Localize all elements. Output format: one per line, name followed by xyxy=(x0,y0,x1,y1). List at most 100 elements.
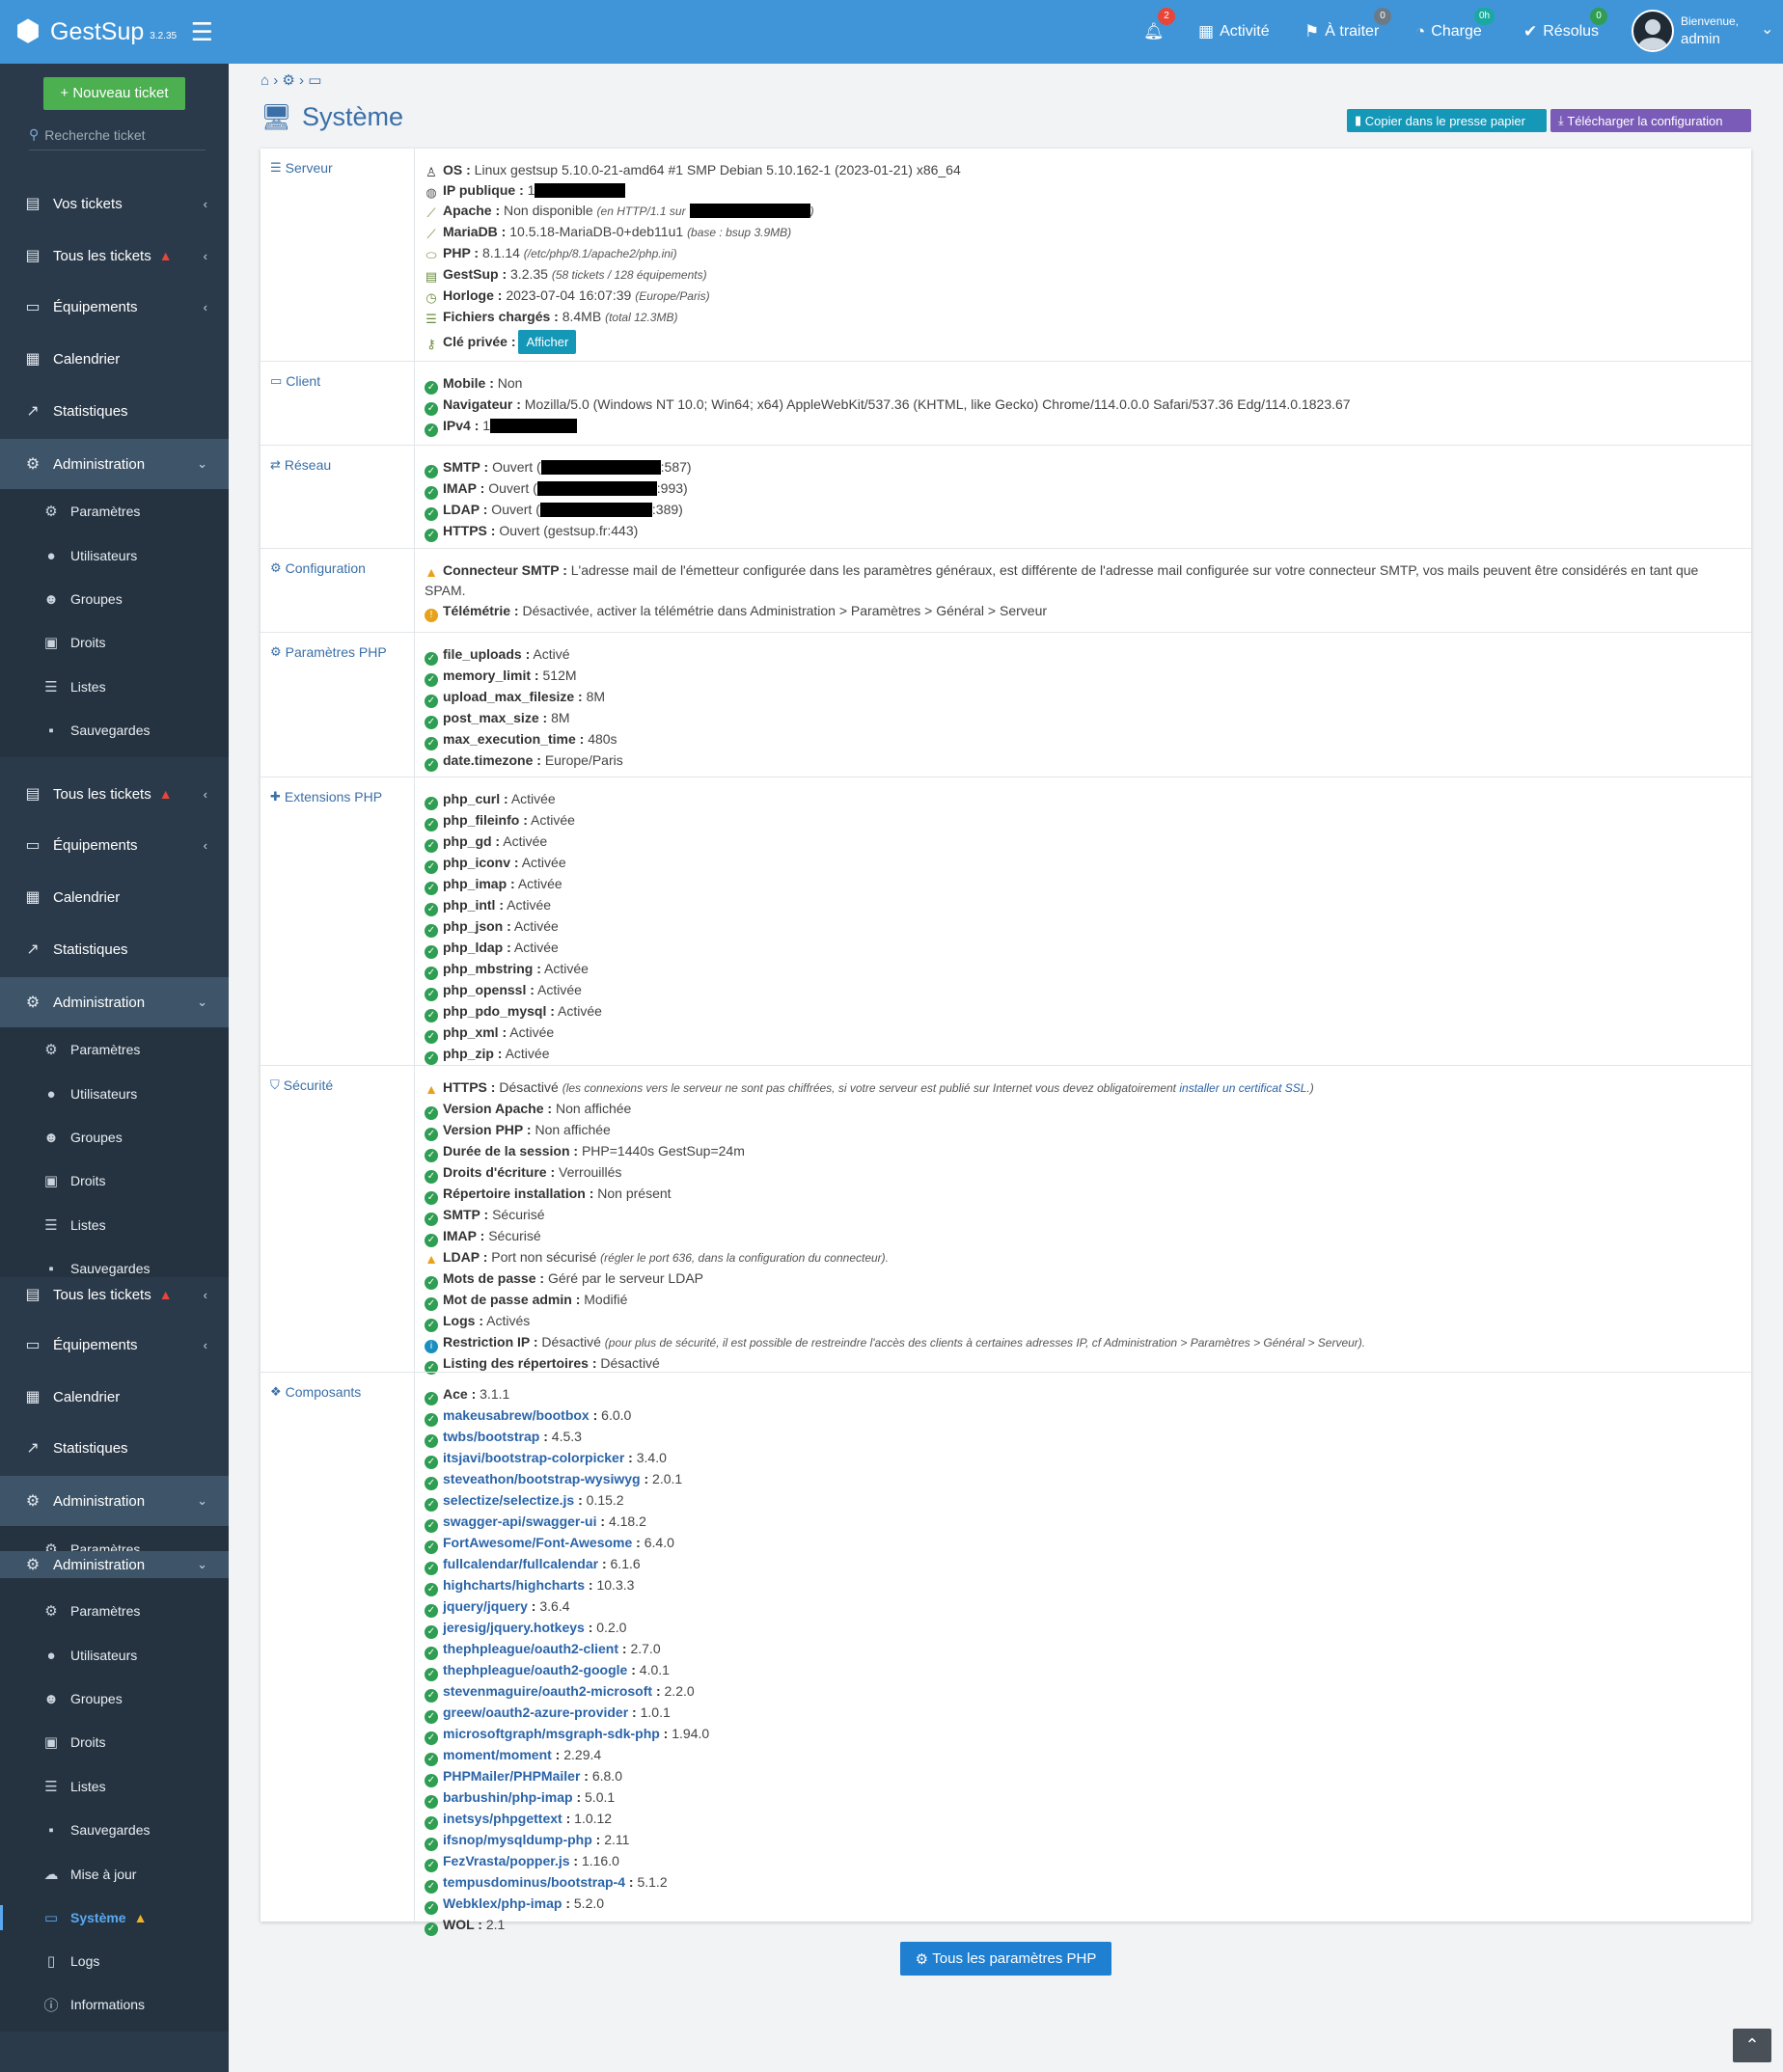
activite-button[interactable]: ▦ Activité xyxy=(1198,0,1270,64)
clipboard-icon: ▮ xyxy=(1355,113,1365,127)
menu-calendrier-3[interactable]: ▦ Calendrier xyxy=(0,1378,229,1415)
check-circle-icon: ✓ xyxy=(425,924,438,938)
menu-equipements[interactable]: ▭ Équipements ‹ xyxy=(0,288,229,325)
check-circle-icon: ✓ xyxy=(425,1838,438,1851)
download-config-button[interactable]: ⤓ Télécharger la configuration xyxy=(1550,109,1751,132)
sub-parametres-2[interactable]: ⚙ Paramètres xyxy=(0,1040,229,1059)
list-item: ✓ itsjavi/bootstrap-colorpicker : 3.4.0 xyxy=(425,1448,1742,1469)
ssl-link[interactable]: installer un certificat SSL xyxy=(1179,1081,1306,1095)
sub-droits-4[interactable]: ▣ Droits xyxy=(0,1732,229,1752)
cogs-icon[interactable]: ⚙ xyxy=(282,72,294,89)
sub-utilisateurs-4[interactable]: ● Utilisateurs xyxy=(0,1646,229,1665)
item-key[interactable]: thephpleague/oauth2-client xyxy=(443,1641,618,1656)
menu-tous-tickets-2[interactable]: ▤ Tous les tickets ▲ ‹ xyxy=(0,776,229,812)
chevron-down-icon[interactable]: ⌄ xyxy=(1761,19,1773,39)
sub-listes[interactable]: ☰ Listes xyxy=(0,677,229,696)
item-key[interactable]: twbs/bootstrap xyxy=(443,1429,539,1444)
item-key[interactable]: makeusabrew/bootbox xyxy=(443,1407,590,1423)
show-key-button[interactable]: Afficher xyxy=(518,330,577,354)
sub-groupes-2[interactable]: ☻ Groupes xyxy=(0,1128,229,1147)
sub-systeme[interactable]: ▭ Système ▲ xyxy=(0,1905,229,1930)
item-key[interactable]: highcharts/highcharts xyxy=(443,1577,585,1593)
sub-logs[interactable]: ▯ Logs xyxy=(0,1951,229,1971)
sub-groupes[interactable]: ☻ Groupes xyxy=(0,589,229,609)
item-key[interactable]: fullcalendar/fullcalendar xyxy=(443,1556,598,1571)
menu-equipements-3[interactable]: ▭ Équipements ‹ xyxy=(0,1326,229,1363)
sub-sauvegardes[interactable]: ▪ Sauvegardes xyxy=(0,721,229,740)
menu-statistiques[interactable]: ↗ Statistiques xyxy=(0,393,229,429)
sub-parametres[interactable]: ⚙ Paramètres xyxy=(0,502,229,521)
menu-administration[interactable]: ⚙ Administration ⌄ xyxy=(0,439,229,489)
item-key[interactable]: greew/oauth2-azure-provider xyxy=(443,1704,628,1720)
item-key[interactable]: stevenmaguire/oauth2-microsoft xyxy=(443,1683,652,1699)
item-key[interactable]: moment/moment xyxy=(443,1747,552,1762)
sub-listes-4[interactable]: ☰ Listes xyxy=(0,1777,229,1796)
sub-droits[interactable]: ▣ Droits xyxy=(0,633,229,652)
item-key[interactable]: itsjavi/bootstrap-colorpicker xyxy=(443,1450,624,1465)
home-icon[interactable]: ⌂ xyxy=(261,72,269,89)
item-key[interactable]: Webklex/php-imap xyxy=(443,1895,562,1911)
check-circle-icon: ✓ xyxy=(425,1170,438,1184)
hamburger-menu-icon[interactable]: ☰ xyxy=(191,19,213,44)
list-item: ✓ php_openssl : Activée xyxy=(425,980,1742,1001)
item-key[interactable]: jeresig/jquery.hotkeys xyxy=(443,1620,585,1635)
section-label: ❖ Composants xyxy=(270,1384,362,1400)
list-item: ✓ jquery/jquery : 3.6.4 xyxy=(425,1596,1742,1618)
sub-droits-2[interactable]: ▣ Droits xyxy=(0,1171,229,1190)
user-menu[interactable]: Bienvenue, admin xyxy=(1681,14,1739,47)
sub-mise-a-jour[interactable]: ☁ Mise à jour xyxy=(0,1865,229,1884)
sub-informations[interactable]: ⓘ Informations xyxy=(0,1995,229,2014)
user-avatar[interactable] xyxy=(1632,10,1674,52)
item-key[interactable]: barbushin/php-imap xyxy=(443,1789,573,1805)
item-key[interactable]: microsoftgraph/msgraph-sdk-php xyxy=(443,1726,660,1741)
scroll-to-top-button[interactable]: ⌃ xyxy=(1733,2029,1771,2062)
menu-calendrier[interactable]: ▦ Calendrier xyxy=(0,341,229,377)
resolus-button[interactable]: ✔ Résolus xyxy=(1523,0,1599,64)
menu-equipements-2[interactable]: ▭ Équipements ‹ xyxy=(0,827,229,863)
item-key[interactable]: ifsnop/mysqldump-php xyxy=(443,1832,592,1847)
menu-administration-3[interactable]: ⚙ Administration ⌄ xyxy=(0,1476,229,1526)
gestsup-logo-icon[interactable]: ⬢ xyxy=(12,15,44,48)
sub-listes-2[interactable]: ☰ Listes xyxy=(0,1215,229,1235)
menu-tous-tickets-3[interactable]: ▤ Tous les tickets ▲ ‹ xyxy=(0,1277,229,1312)
sub-sauvegardes-4[interactable]: ▪ Sauvegardes xyxy=(0,1820,229,1840)
desktop-icon: ▭ xyxy=(25,299,41,315)
menu-tous-tickets[interactable]: ▤ Tous les tickets ▲ ‹ xyxy=(0,237,229,274)
menu-statistiques-2[interactable]: ↗ Statistiques xyxy=(0,931,229,968)
item-key[interactable]: steveathon/bootstrap-wysiwyg xyxy=(443,1471,641,1486)
sidebar: ⬢ GestSup 3.2.35 ☰ + Nouveau ticket ⚲ Re… xyxy=(0,0,229,2072)
all-php-params-button[interactable]: ⚙ Tous les paramètres PHP xyxy=(900,1942,1111,1976)
menu-administration-4[interactable]: ⚙ Administration ⌄ xyxy=(0,1551,229,1578)
item-value: Sécurisé xyxy=(488,1228,541,1243)
sub-parametres-4[interactable]: ⚙ Paramètres xyxy=(0,1601,229,1621)
item-key[interactable]: FortAwesome/Font-Awesome xyxy=(443,1535,632,1550)
sub-groupes-4[interactable]: ☻ Groupes xyxy=(0,1689,229,1708)
item-key[interactable]: inetsys/phpgettext xyxy=(443,1811,562,1826)
item-key[interactable]: swagger-api/swagger-ui xyxy=(443,1513,596,1529)
check-circle-icon: ✓ xyxy=(425,1477,438,1490)
charge-badge: 0h xyxy=(1474,8,1495,25)
item-key[interactable]: selectize/selectize.js xyxy=(443,1492,574,1508)
menu-statistiques-3[interactable]: ↗ Statistiques xyxy=(0,1430,229,1466)
item-key[interactable]: jquery/jquery xyxy=(443,1598,528,1614)
sub-utilisateurs[interactable]: ● Utilisateurs xyxy=(0,546,229,565)
item-key[interactable]: tempusdominus/bootstrap-4 xyxy=(443,1874,625,1890)
item-key[interactable]: FezVrasta/popper.js xyxy=(443,1853,570,1868)
menu-vos-tickets[interactable]: ▤ Vos tickets ‹ xyxy=(0,185,229,222)
sub-sauvegardes-2[interactable]: ▪ Sauvegardes xyxy=(0,1259,229,1278)
charge-button[interactable]: ◔ Charge xyxy=(1415,0,1482,64)
menu-calendrier-2[interactable]: ▦ Calendrier xyxy=(0,879,229,915)
copy-clipboard-button[interactable]: ▮ Copier dans le presse papier xyxy=(1347,109,1547,132)
item-key[interactable]: PHPMailer/PHPMailer xyxy=(443,1768,580,1784)
desktop-icon[interactable]: ▭ xyxy=(308,72,321,89)
item-key[interactable]: thephpleague/oauth2-google xyxy=(443,1662,627,1677)
new-ticket-button[interactable]: + Nouveau ticket xyxy=(43,77,185,110)
list-item: ✓ thephpleague/oauth2-client : 2.7.0 xyxy=(425,1639,1742,1660)
menu-administration-2[interactable]: ⚙ Administration ⌄ xyxy=(0,977,229,1027)
sub-utilisateurs-2[interactable]: ● Utilisateurs xyxy=(0,1084,229,1104)
save-icon: ▪ xyxy=(48,1260,54,1277)
item-key: max_execution_time xyxy=(443,731,576,747)
search-ticket-input[interactable]: ⚲ Recherche ticket xyxy=(29,120,206,150)
a-traiter-button[interactable]: ⚑ À traiter xyxy=(1304,0,1379,64)
item-value: Europe/Paris xyxy=(544,752,623,768)
